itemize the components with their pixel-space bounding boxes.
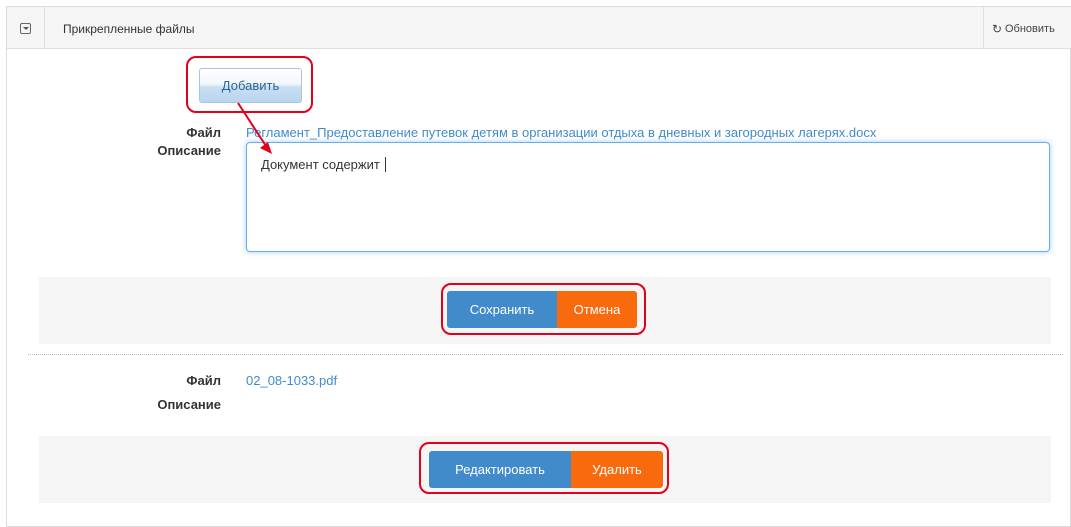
refresh-icon: ↻	[992, 22, 1003, 36]
collapse-icon	[20, 23, 31, 34]
description-label: Описание	[157, 143, 221, 158]
highlight-edit-delete	[419, 442, 669, 494]
file-link[interactable]: 02_08-1033.pdf	[246, 373, 337, 388]
text-caret	[384, 157, 386, 172]
description-label: Описание	[157, 397, 221, 412]
divider	[28, 354, 1063, 355]
refresh-button[interactable]: ↻ Обновить	[983, 7, 1071, 49]
description-text: Документ содержит	[261, 157, 386, 172]
highlight-save-cancel	[441, 283, 646, 335]
refresh-label: Обновить	[1005, 23, 1055, 35]
panel-title: Прикрепленные файлы	[63, 22, 195, 36]
file-link[interactable]: Регламент_Предоставление путевок детям в…	[246, 125, 876, 140]
file-label: Файл	[186, 125, 221, 140]
panel-header: Прикрепленные файлы ↻ Обновить	[7, 7, 1071, 49]
highlight-add	[186, 56, 313, 113]
collapse-toggle[interactable]	[7, 7, 45, 49]
file-label: Файл	[186, 373, 221, 388]
description-textarea[interactable]: Документ содержит	[246, 142, 1050, 252]
